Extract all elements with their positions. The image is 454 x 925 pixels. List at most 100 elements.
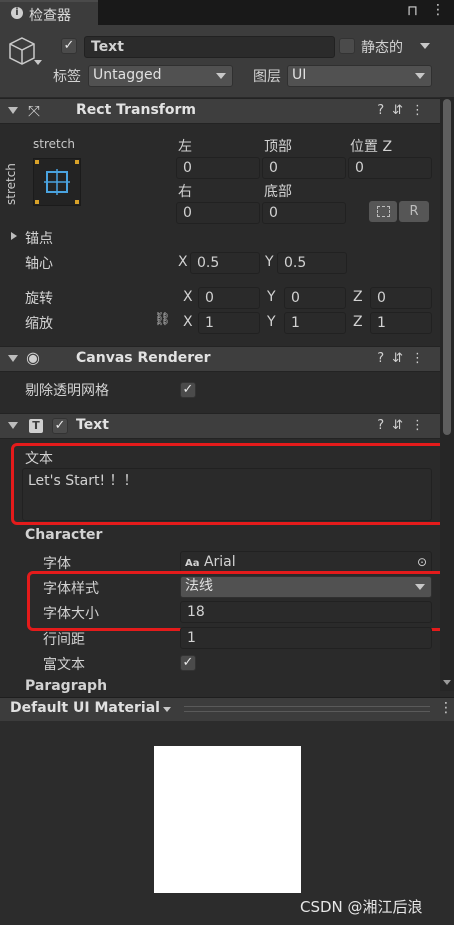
component-header-icons[interactable]: ?⇵⋮	[377, 103, 432, 118]
rect-transform-icon: ⤧	[28, 102, 41, 120]
pivot-y-label[interactable]: Y	[265, 254, 274, 270]
material-title[interactable]: Default UI Material	[10, 700, 160, 716]
rect-transform-header[interactable]: ⤧ Rect Transform ?⇵⋮	[0, 98, 440, 124]
rot-y-input[interactable]: 0	[284, 287, 346, 309]
scroll-down-icon[interactable]	[443, 680, 451, 685]
layer-label: 图层	[253, 69, 281, 85]
text-component-icon: T	[29, 419, 43, 433]
anchor-preset-button[interactable]	[33, 158, 81, 206]
blueprint-mode-button[interactable]	[369, 201, 397, 222]
component-menu-icon[interactable]: ⋮	[411, 351, 432, 366]
layer-dropdown[interactable]: UI	[287, 65, 432, 87]
scale-y-label[interactable]: Y	[267, 314, 276, 330]
static-checkbox[interactable]	[339, 38, 355, 54]
left-label: 左	[178, 139, 192, 155]
static-dropdown-icon[interactable]	[420, 43, 430, 49]
top-label: 顶部	[264, 139, 292, 155]
left-input[interactable]: 0	[176, 157, 260, 179]
posz-input[interactable]: 0	[348, 157, 432, 179]
help-icon[interactable]: ?	[377, 351, 392, 366]
material-dropdown-icon[interactable]	[163, 707, 171, 712]
rot-x-input[interactable]: 0	[198, 287, 260, 309]
rotation-label: 旋转	[25, 291, 53, 307]
fold-arrow-icon[interactable]	[8, 355, 18, 362]
more-icon[interactable]: ⋮	[431, 2, 445, 18]
character-header: Character	[25, 527, 103, 543]
text-enabled-checkbox[interactable]: ✓	[52, 418, 68, 434]
component-menu-icon[interactable]: ⋮	[411, 418, 432, 433]
highlight-box-font	[27, 571, 447, 631]
material-menu-icon[interactable]: ⋮	[439, 700, 453, 716]
pivot-y-input[interactable]: 0.5	[277, 252, 347, 274]
pivot-label: 轴心	[25, 256, 53, 272]
static-label: 静态的	[361, 40, 403, 56]
bottom-label: 底部	[264, 184, 292, 200]
scale-x-label[interactable]: X	[183, 314, 193, 330]
tag-label: 标签	[53, 69, 81, 85]
font-asset-icon: Aa	[185, 558, 200, 569]
icon-dropdown-icon[interactable]	[34, 60, 42, 65]
line-spacing-input[interactable]: 1	[180, 627, 432, 649]
component-menu-icon[interactable]: ⋮	[411, 103, 432, 118]
component-header-icons[interactable]: ?⇵⋮	[377, 418, 432, 433]
resize-handle[interactable]	[184, 706, 430, 712]
cull-label: 剔除透明网格	[25, 383, 109, 399]
fold-arrow-icon[interactable]	[8, 422, 18, 429]
anchors-fold-icon[interactable]	[11, 232, 17, 240]
raw-edit-button[interactable]: R	[399, 201, 429, 222]
object-picker-icon[interactable]: ⊙	[417, 552, 427, 572]
rot-x-label[interactable]: X	[183, 289, 193, 305]
text-component-header[interactable]: T ✓ Text ?⇵⋮	[0, 413, 440, 439]
rot-y-label[interactable]: Y	[267, 289, 276, 305]
fold-arrow-icon[interactable]	[8, 107, 18, 114]
scale-y-input[interactable]: 1	[284, 312, 346, 334]
scrollbar-thumb[interactable]	[443, 99, 451, 435]
anchor-preset-v-label: stretch	[4, 163, 18, 205]
help-icon[interactable]: ?	[377, 103, 392, 118]
rot-z-label[interactable]: Z	[353, 289, 363, 305]
anchor-preset-h-label: stretch	[33, 137, 75, 151]
font-field[interactable]: Aa Arial ⊙	[180, 551, 432, 573]
eye-icon: ◉	[26, 348, 40, 367]
cull-checkbox[interactable]: ✓	[180, 382, 196, 398]
preset-icon[interactable]: ⇵	[392, 418, 411, 433]
help-icon[interactable]: ?	[377, 418, 392, 433]
link-icon[interactable]: ⛓	[154, 312, 171, 327]
anchor-stretch-icon	[35, 160, 79, 204]
tag-dropdown[interactable]: Untagged	[88, 65, 233, 87]
right-label: 右	[178, 184, 192, 200]
info-icon: i	[11, 7, 23, 19]
lock-icon[interactable]: ⊓	[407, 3, 418, 19]
chevron-down-icon	[216, 73, 226, 79]
active-checkbox[interactable]: ✓	[61, 38, 77, 54]
blueprint-icon	[377, 206, 390, 217]
posz-label: 位置 Z	[350, 139, 393, 155]
preset-icon[interactable]: ⇵	[392, 103, 411, 118]
anchors-label[interactable]: 锚点	[25, 228, 53, 248]
rot-z-input[interactable]: 0	[370, 287, 432, 309]
scale-z-input[interactable]: 1	[370, 312, 432, 334]
canvas-renderer-header[interactable]: ◉ Canvas Renderer ?⇵⋮	[0, 346, 440, 372]
object-name-input[interactable]: Text	[84, 36, 335, 58]
material-bar: Default UI Material ⋮	[0, 697, 454, 721]
scale-x-input[interactable]: 1	[198, 312, 260, 334]
bottom-input[interactable]: 0	[262, 202, 346, 224]
pivot-x-label[interactable]: X	[178, 254, 188, 270]
rich-text-checkbox[interactable]: ✓	[180, 655, 196, 671]
rich-text-label: 富文本	[43, 657, 85, 673]
tab-label: 检查器	[29, 8, 71, 24]
material-preview-area: CSDN @湘江后浪	[0, 721, 454, 925]
top-input[interactable]: 0	[262, 157, 346, 179]
component-header-icons[interactable]: ?⇵⋮	[377, 351, 432, 366]
line-spacing-label: 行间距	[43, 632, 85, 648]
component-title: Rect Transform	[76, 102, 197, 118]
right-input[interactable]: 0	[176, 202, 260, 224]
pivot-x-input[interactable]: 0.5	[190, 252, 260, 274]
scale-z-label[interactable]: Z	[353, 314, 363, 330]
font-label: 字体	[43, 556, 71, 572]
tab-inspector[interactable]: i 检查器	[0, 0, 98, 25]
preset-icon[interactable]: ⇵	[392, 351, 411, 366]
chevron-down-icon	[415, 73, 425, 79]
tab-bar: i 检查器 ⊓ ⋮	[0, 0, 454, 25]
tag-value: Untagged	[93, 67, 162, 83]
